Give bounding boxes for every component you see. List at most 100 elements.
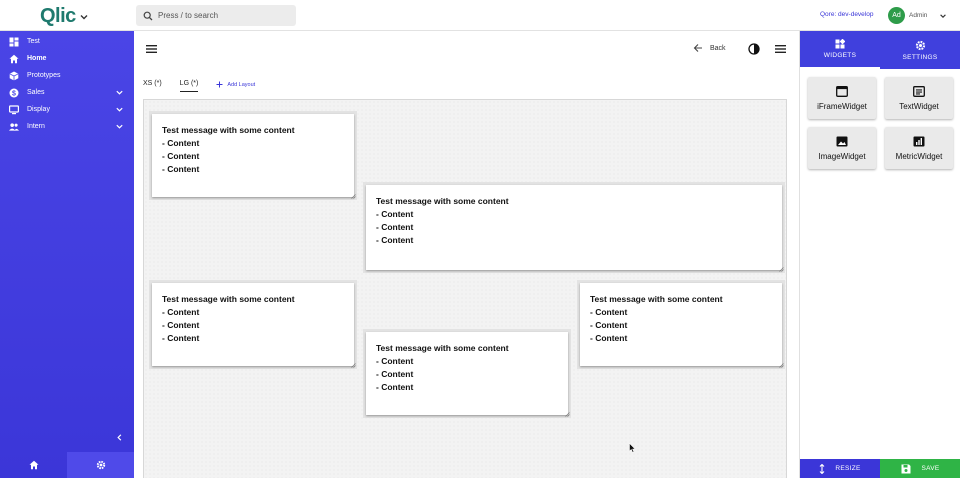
menu-icon[interactable] — [146, 44, 157, 54]
people-icon — [9, 122, 19, 132]
text-widget[interactable]: Test message with some content - Content… — [577, 280, 785, 369]
user-name[interactable]: Admin — [909, 12, 927, 19]
menu-icon[interactable] — [775, 44, 786, 54]
main-toolbar: Back — [134, 31, 799, 68]
search-icon — [143, 11, 153, 20]
widget-title: Test message with some content — [162, 125, 295, 135]
monitor-icon — [9, 104, 19, 115]
widget-card: Test message with some content - Content… — [152, 283, 356, 368]
sidebar-item-home[interactable]: Home — [0, 50, 134, 67]
avatar[interactable]: Ad — [888, 7, 905, 24]
text-widget[interactable]: Test message with some content - Content… — [149, 111, 357, 200]
metric-widget-tile[interactable]: MetricWidget — [885, 127, 953, 169]
logo-text: Qlic — [40, 5, 76, 27]
widget-title: Test message with some content — [590, 294, 723, 304]
plus-icon — [216, 81, 223, 88]
sidebar-item-sales[interactable]: $ Sales — [0, 84, 134, 101]
text-widget[interactable]: Test message with some content - Content… — [363, 329, 571, 418]
sidebar-item-test[interactable]: Test — [0, 33, 134, 50]
widget-title: Test message with some content — [162, 294, 295, 304]
dollar-icon: $ — [9, 88, 19, 98]
sidebar-item-label: Display — [27, 106, 50, 113]
sidebar-settings-button[interactable] — [67, 452, 134, 478]
mouse-cursor-icon — [629, 443, 636, 453]
home-icon — [29, 460, 38, 470]
add-layout-button[interactable]: Add Layout — [216, 81, 255, 88]
image-widget-tile[interactable]: ImageWidget — [808, 127, 876, 169]
widget-card: Test message with some content - Content… — [366, 332, 570, 417]
tab-label: SETTINGS — [902, 53, 938, 61]
dashboard-icon — [9, 37, 19, 47]
qore-environment-link[interactable]: Qore: dev-develop — [820, 11, 873, 18]
widget-card: Test message with some content - Content… — [366, 185, 784, 272]
chevron-down-icon[interactable] — [115, 105, 124, 114]
sidebar-item-label: Prototypes — [27, 72, 61, 79]
back-button[interactable]: Back — [693, 43, 726, 53]
contrast-icon[interactable] — [748, 43, 760, 55]
tab-widgets[interactable]: WIDGETS — [800, 31, 880, 69]
resize-handle-icon[interactable] — [351, 194, 356, 199]
resize-handle-icon[interactable] — [351, 363, 356, 368]
widget-title: Test message with some content — [376, 196, 509, 206]
tab-xs[interactable]: XS (*) — [143, 80, 162, 91]
widget-line: - Content — [376, 382, 414, 392]
svg-text:$: $ — [12, 90, 16, 97]
sidebar-footer — [0, 452, 134, 478]
sidebar-item-display[interactable]: Display — [0, 101, 134, 118]
search-box[interactable] — [136, 5, 296, 26]
gear-icon — [96, 460, 105, 470]
widget-card: Test message with some content - Content… — [580, 283, 784, 368]
chevron-down-icon[interactable] — [115, 88, 124, 97]
resize-button[interactable]: RESIZE — [800, 459, 880, 478]
resize-handle-icon[interactable] — [779, 267, 784, 272]
sidebar-item-label: Sales — [27, 89, 45, 96]
widget-card: Test message with some content - Content… — [152, 114, 356, 199]
sidebar-home-button[interactable] — [0, 452, 67, 478]
chevron-down-icon[interactable] — [939, 12, 947, 20]
app-logo[interactable]: Qlic — [40, 5, 89, 28]
sidebar-item-label: Intern — [27, 123, 45, 130]
tile-label: MetricWidget — [895, 151, 943, 161]
dashboard-grid: Test message with some content - Content… — [143, 99, 787, 478]
sidebar-item-label: Home — [27, 55, 47, 62]
save-label: SAVE — [921, 465, 940, 472]
widget-panel: WIDGETS SETTINGS iFrameWidget TextWidget… — [799, 31, 960, 478]
sidebar-item-intern[interactable]: Intern — [0, 118, 134, 135]
text-widget[interactable]: Test message with some content - Content… — [149, 280, 357, 369]
panel-actions: RESIZE SAVE — [800, 459, 960, 478]
sidebar-item-prototypes[interactable]: Prototypes — [0, 67, 134, 84]
text-widget[interactable]: Test message with some content - Content… — [363, 182, 785, 273]
widget-line: - Content — [162, 333, 200, 343]
metric-icon — [913, 136, 925, 146]
tab-settings[interactable]: SETTINGS — [880, 31, 960, 69]
save-button[interactable]: SAVE — [880, 459, 960, 478]
widget-line: - Content — [376, 369, 414, 379]
widget-line: - Content — [376, 209, 414, 219]
search-input[interactable] — [158, 11, 278, 20]
sidebar-item-label: Test — [27, 38, 40, 45]
widget-title: Test message with some content — [376, 343, 509, 353]
tile-label: ImageWidget — [818, 151, 866, 161]
sidebar: Test Home Prototypes $ Sales Display Int… — [0, 31, 134, 478]
chevron-left-icon[interactable] — [115, 433, 124, 442]
iframe-widget-tile[interactable]: iFrameWidget — [808, 77, 876, 119]
widget-line: - Content — [590, 333, 628, 343]
widget-line: - Content — [376, 356, 414, 366]
tab-lg[interactable]: LG (*) — [179, 80, 199, 92]
box-icon — [9, 71, 19, 81]
iframe-icon — [836, 85, 848, 97]
widgets-icon — [835, 39, 845, 49]
resize-label: RESIZE — [835, 465, 861, 472]
text-widget-tile[interactable]: TextWidget — [885, 77, 953, 119]
layout-tabs: XS (*) LG (*) Add Layout — [143, 80, 255, 92]
widget-line: - Content — [162, 164, 200, 174]
widget-line: - Content — [162, 138, 200, 148]
gear-icon — [915, 40, 925, 50]
resize-handle-icon[interactable] — [565, 412, 570, 417]
resize-handle-icon[interactable] — [779, 363, 784, 368]
chevron-down-icon[interactable] — [79, 12, 89, 22]
widget-line: - Content — [376, 222, 414, 232]
widget-line: - Content — [162, 307, 200, 317]
chevron-down-icon[interactable] — [115, 122, 124, 131]
save-icon — [901, 464, 911, 473]
